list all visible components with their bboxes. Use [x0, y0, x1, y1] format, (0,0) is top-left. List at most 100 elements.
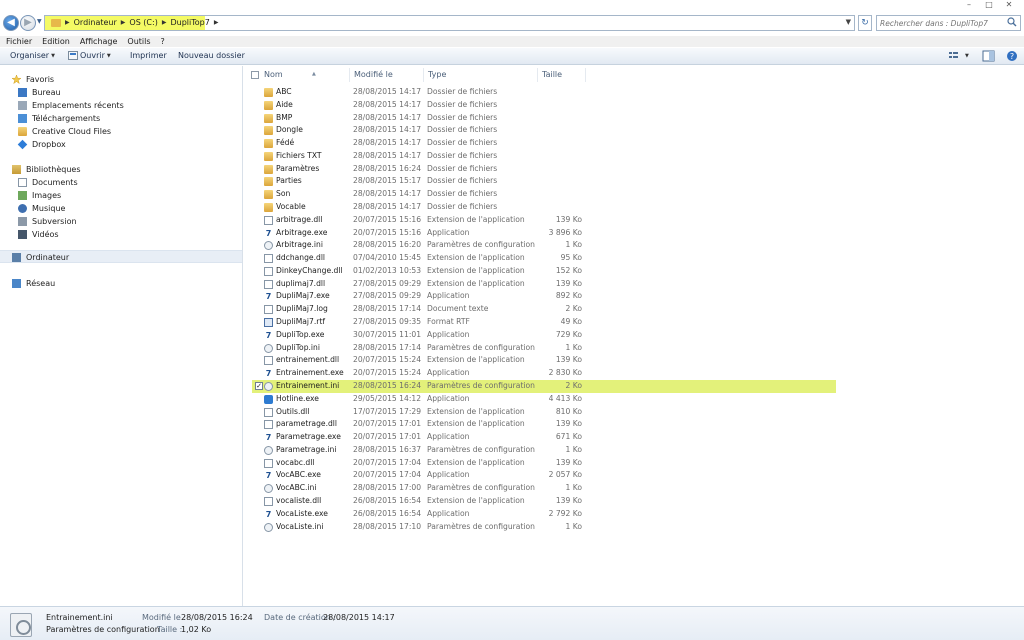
- nav-item-recent[interactable]: Emplacements récents: [18, 99, 124, 111]
- nav-item-creative-cloud[interactable]: Creative Cloud Files: [18, 125, 111, 137]
- file-modified: 28/08/2015 14:17: [353, 138, 422, 148]
- address-dropdown-icon[interactable]: ▼: [846, 18, 851, 26]
- file-name: vocaliste.dll: [276, 495, 322, 505]
- file-row[interactable]: Outils.dll 17/07/2015 17:29 Extension de l…: [252, 406, 836, 419]
- minimize-button[interactable]: –: [962, 0, 976, 10]
- file-type: Paramètres de configuration: [427, 240, 535, 250]
- help-icon[interactable]: ?: [1005, 50, 1019, 62]
- file-row[interactable]: Fédé 28/08/2015 14:17 Dossier de fichiers: [252, 137, 836, 150]
- file-row[interactable]: Aide 28/08/2015 14:17 Dossier de fichiers: [252, 99, 836, 112]
- config-file-icon: [264, 343, 273, 353]
- file-row[interactable]: VocaListe.ini 28/08/2015 17:10 Paramètres …: [252, 521, 836, 534]
- file-type: Application: [427, 368, 470, 378]
- search-icon[interactable]: [1007, 17, 1017, 27]
- file-row[interactable]: ddchange.dll 07/04/2010 15:45 Extension de…: [252, 252, 836, 265]
- nav-item-downloads[interactable]: Téléchargements: [18, 112, 100, 124]
- maximize-button[interactable]: □: [982, 0, 996, 10]
- nav-computer[interactable]: Ordinateur: [12, 251, 69, 263]
- file-row[interactable]: vocaliste.dll 26/08/2015 16:54 Extension d…: [252, 495, 836, 508]
- nav-item-videos[interactable]: Vidéos: [18, 228, 59, 240]
- config-file-icon: [264, 381, 273, 391]
- chevron-right-icon[interactable]: ▶: [121, 19, 126, 26]
- nav-item-bureau[interactable]: Bureau: [18, 86, 61, 98]
- menu-edition[interactable]: Edition: [42, 36, 70, 47]
- menu-affichage[interactable]: Affichage: [80, 36, 118, 47]
- column-header-type[interactable]: Type: [424, 68, 538, 82]
- print-button[interactable]: Imprimer: [130, 51, 167, 60]
- nav-item-subversion[interactable]: Subversion: [18, 215, 77, 227]
- file-row[interactable]: Arbitrage.ini 28/08/2015 16:20 Paramètres …: [252, 239, 836, 252]
- file-row[interactable]: ✓ Entrainement.ini 28/08/2015 16:24 Paramèt…: [252, 379, 836, 393]
- breadcrumb-duplitop7[interactable]: DupliTop7: [170, 18, 209, 27]
- file-row[interactable]: Parametrage.ini 28/08/2015 16:37 Paramètre…: [252, 444, 836, 457]
- preview-pane-icon[interactable]: [982, 50, 996, 62]
- select-all-checkbox[interactable]: [251, 71, 259, 79]
- new-folder-button[interactable]: Nouveau dossier: [178, 51, 245, 60]
- file-row[interactable]: 7 VocABC.exe 20/07/2015 17:04 Application 2 …: [252, 469, 836, 482]
- file-row[interactable]: BMP 28/08/2015 14:17 Dossier de fichiers: [252, 112, 836, 125]
- file-row[interactable]: entrainement.dll 20/07/2015 15:24 Extensio…: [252, 354, 836, 367]
- menu-fichier[interactable]: Fichier: [6, 36, 32, 47]
- row-checkbox[interactable]: ✓: [255, 381, 263, 390]
- refresh-button[interactable]: ↻: [858, 15, 872, 31]
- file-modified: 20/07/2015 15:16: [353, 214, 422, 224]
- view-options-icon[interactable]: [948, 50, 962, 62]
- file-row[interactable]: DupliMaj7.log 28/08/2015 17:14 Document te…: [252, 303, 836, 316]
- file-size: 2 830 Ko: [548, 368, 582, 378]
- column-header-modified[interactable]: Modifié le: [350, 68, 424, 82]
- nav-network[interactable]: Réseau: [12, 277, 55, 289]
- close-button[interactable]: ✕: [1002, 0, 1016, 10]
- file-row[interactable]: 7 Parametrage.exe 20/07/2015 17:01 Applicat…: [252, 431, 836, 444]
- file-row[interactable]: parametrage.dll 20/07/2015 17:01 Extension…: [252, 418, 836, 431]
- column-header-size[interactable]: Taille: [538, 68, 586, 82]
- nav-item-label: Musique: [32, 203, 66, 213]
- file-row[interactable]: Parties 28/08/2015 15:17 Dossier de fichie…: [252, 175, 836, 188]
- view-caret-down-icon[interactable]: ▼: [965, 53, 969, 59]
- file-row[interactable]: Paramètres 28/08/2015 16:24 Dossier de fic…: [252, 163, 836, 176]
- file-type: Dossier de fichiers: [427, 138, 498, 148]
- file-row[interactable]: 7 Entrainement.exe 20/07/2015 15:24 Applica…: [252, 367, 836, 380]
- nav-libraries[interactable]: Bibliothèques: [12, 163, 81, 175]
- file-row[interactable]: Vocable 28/08/2015 14:17 Dossier de fichie…: [252, 201, 836, 214]
- file-row[interactable]: 7 DupliTop.exe 30/07/2015 11:01 Application…: [252, 329, 836, 342]
- search-input[interactable]: [880, 17, 1002, 29]
- file-row[interactable]: 7 DupliMaj7.exe 27/08/2015 09:29 Applicatio…: [252, 290, 836, 303]
- file-row[interactable]: DinkeyChange.dll 01/02/2013 10:53 Extensio…: [252, 265, 836, 278]
- nav-item-images[interactable]: Images: [18, 189, 61, 201]
- file-row[interactable]: Son 28/08/2015 14:17 Dossier de fichiers: [252, 188, 836, 201]
- file-name: DinkeyChange.dll: [276, 265, 343, 275]
- chevron-right-icon[interactable]: ▶: [214, 19, 219, 26]
- column-header-name[interactable]: ▲ Nom: [260, 68, 350, 82]
- forward-button[interactable]: ▶: [20, 15, 36, 31]
- file-row[interactable]: duplimaj7.dll 27/08/2015 09:29 Extension d…: [252, 278, 836, 291]
- folder-icon: [264, 88, 273, 97]
- chevron-right-icon[interactable]: ▶: [162, 19, 167, 26]
- menu-help[interactable]: ?: [161, 36, 165, 47]
- nav-item-music[interactable]: Musique: [18, 202, 65, 214]
- file-row[interactable]: VocABC.ini 28/08/2015 17:00 Paramètres de …: [252, 482, 836, 495]
- search-box[interactable]: [876, 15, 1021, 31]
- file-row[interactable]: Hotline.exe 29/05/2015 14:12 Application 4 …: [252, 393, 836, 406]
- file-row[interactable]: 7 Arbitrage.exe 20/07/2015 15:16 Applicatio…: [252, 227, 836, 240]
- file-row[interactable]: Dongle 28/08/2015 14:17 Dossier de fichier…: [252, 124, 836, 137]
- nav-item-dropbox[interactable]: Dropbox: [17, 138, 66, 150]
- file-row[interactable]: ABC 28/08/2015 14:17 Dossier de fichiers: [252, 86, 836, 99]
- recent-pages-dropdown-icon[interactable]: ▼: [37, 18, 42, 25]
- organize-button[interactable]: Organiser ▼: [10, 51, 55, 60]
- back-button[interactable]: ◀: [3, 15, 19, 31]
- menu-outils[interactable]: Outils: [127, 36, 150, 47]
- breadcrumb-ordinateur[interactable]: Ordinateur: [74, 18, 117, 27]
- file-icon: [264, 458, 273, 468]
- file-row[interactable]: DupliTop.ini 28/08/2015 17:14 Paramètres d…: [252, 342, 836, 355]
- file-row[interactable]: arbitrage.dll 20/07/2015 15:16 Extension d…: [252, 214, 836, 227]
- file-row[interactable]: DupliMaj7.rtf 27/08/2015 09:35 Format RTF 4…: [252, 316, 836, 329]
- open-button[interactable]: Ouvrir ▼: [68, 51, 111, 60]
- chevron-right-icon[interactable]: ▶: [65, 19, 70, 26]
- nav-item-documents[interactable]: Documents: [18, 176, 78, 188]
- file-row[interactable]: vocabc.dll 20/07/2015 17:04 Extension de l…: [252, 457, 836, 470]
- breadcrumb-os-c[interactable]: OS (C:): [129, 18, 157, 27]
- file-row[interactable]: 7 VocaListe.exe 26/08/2015 16:54 Applicatio…: [252, 508, 836, 521]
- file-row[interactable]: Fichiers TXT 28/08/2015 14:17 Dossier de f…: [252, 150, 836, 163]
- nav-favorites[interactable]: Favoris: [12, 73, 54, 85]
- address-bar[interactable]: ▶ Ordinateur ▶ OS (C:) ▶ DupliTop7 ▶ ▼: [44, 15, 855, 31]
